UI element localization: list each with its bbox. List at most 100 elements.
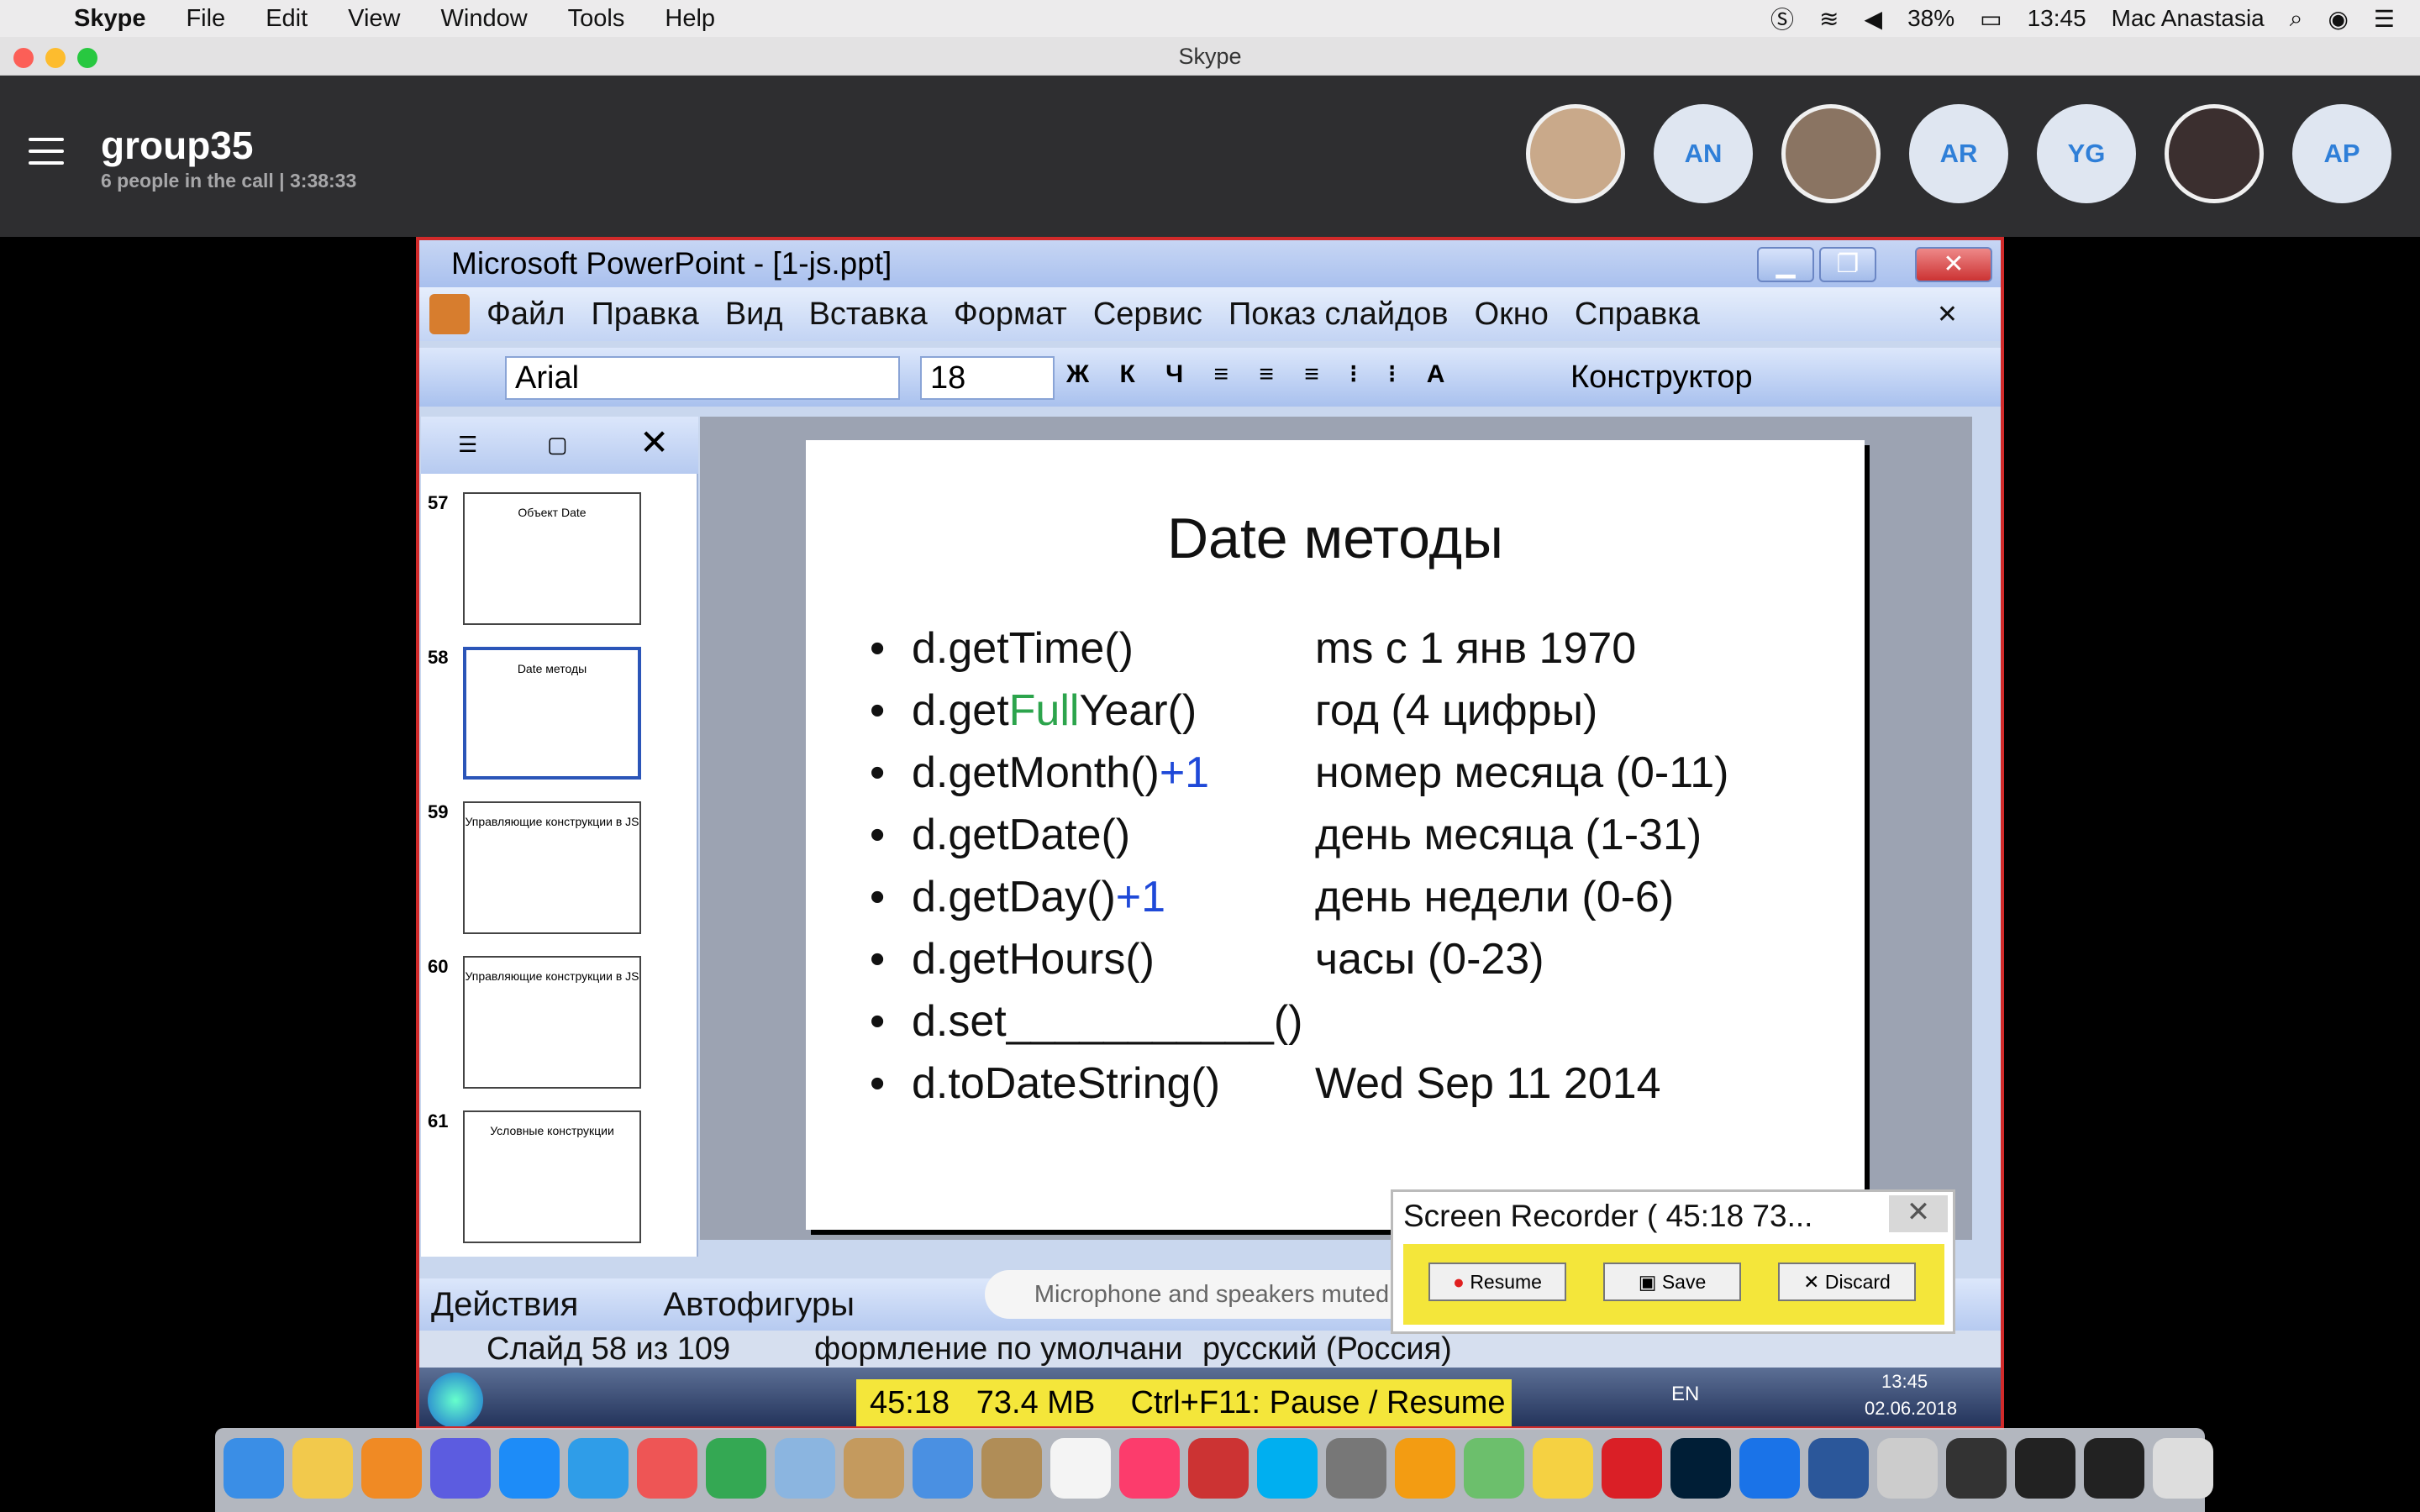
battery-label[interactable]: 38%: [1907, 5, 1954, 32]
participant-avatar-ar[interactable]: AR: [1909, 104, 2008, 203]
menu-view[interactable]: View: [348, 5, 400, 33]
settings-icon[interactable]: [1326, 1438, 1386, 1499]
disk-icon: ▣: [1638, 1271, 1657, 1293]
pp-restore-button[interactable]: ❐: [1819, 247, 1876, 282]
skype-dock-icon[interactable]: [1257, 1438, 1318, 1499]
finder-icon[interactable]: [224, 1438, 284, 1499]
appstore-icon[interactable]: [499, 1438, 560, 1499]
doc-thumb-icon[interactable]: [1877, 1438, 1938, 1499]
creative-cloud-icon[interactable]: [1602, 1438, 1662, 1499]
skype-status-icon[interactable]: Ⓢ: [1770, 2, 1794, 35]
participant-avatar-photo-3[interactable]: [2165, 104, 2264, 203]
sublime-icon[interactable]: [1395, 1438, 1455, 1499]
pp-doc-close-icon[interactable]: ✕: [1937, 300, 1958, 329]
firefox-icon[interactable]: [361, 1438, 422, 1499]
autoshapes-menu[interactable]: Автофигуры: [663, 1286, 855, 1323]
pp-menu-slideshow[interactable]: Показ слайдов: [1228, 297, 1449, 333]
participant-avatar-ap[interactable]: AP: [2292, 104, 2391, 203]
slides-tab[interactable]: ▢: [547, 432, 568, 458]
menu-window[interactable]: Window: [441, 5, 528, 33]
recorder-close-icon[interactable]: ✕: [1889, 1195, 1948, 1232]
resume-button[interactable]: ● Resume: [1428, 1263, 1566, 1301]
siri-icon[interactable]: ◉: [2328, 5, 2348, 33]
format-buttons[interactable]: Ж К Ч ≡ ≡ ≡ ⁝ ⁝ A: [1066, 360, 1456, 389]
notebook-icon[interactable]: [981, 1438, 1042, 1499]
chrome-icon[interactable]: [706, 1438, 766, 1499]
participant-avatar-photo-1[interactable]: [1526, 104, 1625, 203]
search-icon[interactable]: ⌕: [2290, 5, 2303, 33]
pp-menu-edit[interactable]: Правка: [591, 297, 698, 333]
music-icon[interactable]: [1119, 1438, 1180, 1499]
outline-tab[interactable]: ☰: [458, 432, 477, 458]
font-select[interactable]: Arial: [505, 356, 900, 400]
quicktime-icon[interactable]: [1739, 1438, 1800, 1499]
photos-icon[interactable]: [1533, 1438, 1593, 1499]
tray-date[interactable]: 02.06.2018: [1865, 1398, 1957, 1420]
menu-help[interactable]: Help: [665, 5, 715, 33]
window-thumb-icon[interactable]: [2015, 1438, 2075, 1499]
call-subtitle: 6 people in the call | 3:38:33: [101, 170, 357, 192]
folder-icon[interactable]: [844, 1438, 904, 1499]
slides-pane: ☰ ▢ ✕ 57 Объект Date 58 Date методы 59 У…: [421, 417, 698, 1257]
window-thumb-icon[interactable]: [1946, 1438, 2007, 1499]
menu-file[interactable]: File: [186, 5, 225, 33]
slide-thumbnail[interactable]: Условные конструкции: [463, 1110, 641, 1243]
calendar-icon[interactable]: [1050, 1438, 1111, 1499]
participant-avatar-photo-2[interactable]: [1781, 104, 1881, 203]
menu-hamburger-icon[interactable]: [29, 138, 64, 166]
zoom-window-button[interactable]: [77, 48, 97, 68]
menu-tools[interactable]: Tools: [568, 5, 625, 33]
pp-close-button[interactable]: ✕: [1915, 247, 1992, 282]
save-button[interactable]: ▣ Save: [1603, 1263, 1741, 1301]
thumb-num: 57: [428, 492, 449, 513]
pp-menu-view[interactable]: Вид: [725, 297, 783, 333]
slide-canvas[interactable]: Date методы • d.getTime() ms с 1 янв 1970 …: [806, 440, 1865, 1230]
pp-menu-window[interactable]: Окно: [1475, 297, 1549, 333]
pp-minimize-button[interactable]: ▁: [1757, 247, 1814, 282]
volume-icon[interactable]: ◀: [1865, 5, 1883, 33]
start-button[interactable]: [428, 1373, 483, 1426]
pp-menu-insert[interactable]: Вставка: [809, 297, 928, 333]
lang-indicator[interactable]: EN: [1671, 1383, 1699, 1406]
discard-button[interactable]: ✕ Discard: [1778, 1263, 1916, 1301]
pp-menu-help[interactable]: Справка: [1575, 297, 1700, 333]
safari-icon[interactable]: [568, 1438, 629, 1499]
slide-thumbnail-selected[interactable]: Date методы: [463, 647, 641, 780]
wifi-icon[interactable]: ≋: [1819, 5, 1839, 33]
participant-avatar-an[interactable]: AN: [1654, 104, 1753, 203]
slide-thumbnail[interactable]: Управляющие конструкции в JS: [463, 956, 641, 1089]
app-menu[interactable]: Skype: [74, 5, 145, 33]
launchpad-icon[interactable]: [637, 1438, 697, 1499]
tray-time[interactable]: 13:45: [1881, 1371, 1928, 1393]
pane-close-icon[interactable]: ✕: [639, 422, 669, 463]
word-icon[interactable]: [1808, 1438, 1869, 1499]
photobooth-icon[interactable]: [1188, 1438, 1249, 1499]
notes-icon[interactable]: [292, 1438, 353, 1499]
preview-icon[interactable]: [775, 1438, 835, 1499]
close-window-button[interactable]: [13, 48, 34, 68]
user-name[interactable]: Mac Anastasia: [2112, 5, 2265, 32]
siri-dock-icon[interactable]: [430, 1438, 491, 1499]
menu-edit[interactable]: Edit: [266, 5, 308, 33]
slide-thumbnail[interactable]: Управляющие конструкции в JS: [463, 801, 641, 934]
slide-thumbnail[interactable]: Объект Date: [463, 492, 641, 625]
recorder-taskbar-strip[interactable]: 45:18 73.4 MB Ctrl+F11: Pause / Resume: [856, 1379, 1512, 1426]
list-icon[interactable]: ☰: [2374, 5, 2395, 33]
participant-avatar-yg[interactable]: YG: [2037, 104, 2136, 203]
recorder-controls: ● Resume ▣ Save ✕ Discard: [1403, 1244, 1944, 1325]
window-thumb-icon[interactable]: [2084, 1438, 2144, 1499]
size-select[interactable]: 18: [920, 356, 1055, 400]
mac-menubar: Skype File Edit View Window Tools Help Ⓢ…: [0, 0, 2420, 37]
pp-menu-format[interactable]: Формат: [954, 297, 1067, 333]
thumb-num: 58: [428, 647, 449, 668]
actions-menu[interactable]: Действия: [431, 1286, 578, 1323]
maps-icon[interactable]: [1464, 1438, 1524, 1499]
pp-menu-service[interactable]: Сервис: [1093, 297, 1202, 333]
pp-menu-file[interactable]: Файл: [487, 297, 565, 333]
mail-icon[interactable]: [913, 1438, 973, 1499]
designer-button[interactable]: Конструктор: [1570, 360, 1753, 396]
minimize-window-button[interactable]: [45, 48, 66, 68]
clock[interactable]: 13:45: [2028, 5, 2086, 32]
photoshop-icon[interactable]: [1670, 1438, 1731, 1499]
trash-icon[interactable]: [2153, 1438, 2213, 1499]
